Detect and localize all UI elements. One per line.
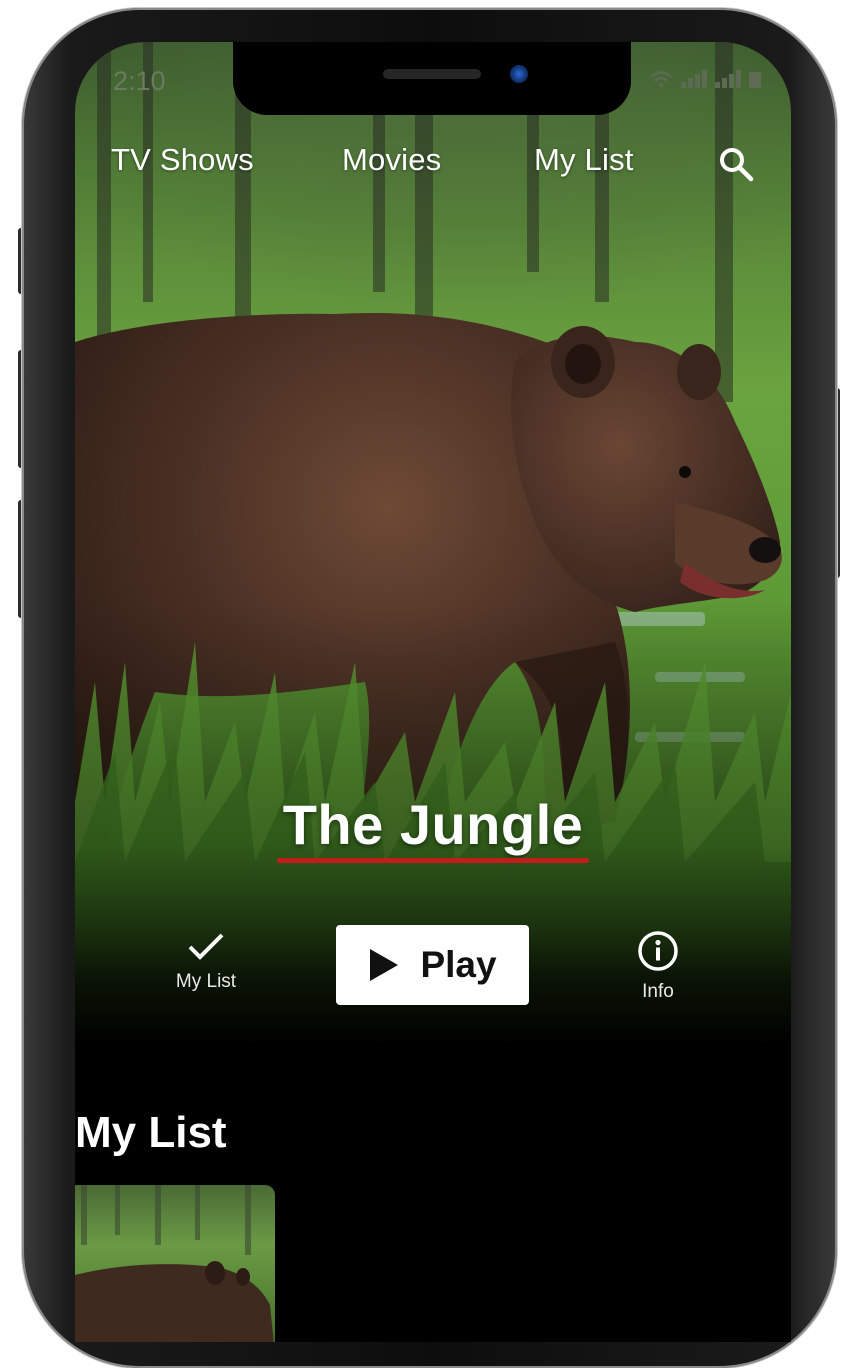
info-label: Info xyxy=(642,981,674,1002)
info-button[interactable]: Info xyxy=(598,930,718,1003)
signal-icon xyxy=(715,70,741,88)
play-label: Play xyxy=(420,944,497,985)
nav-movies[interactable]: Movies xyxy=(342,142,441,178)
notch xyxy=(233,42,631,115)
phone-screen: 2:10 TV Shows Movies My List The Jungle … xyxy=(75,42,791,1342)
check-icon xyxy=(188,933,224,960)
bear-thumbnail-image xyxy=(75,1185,274,1342)
top-nav: TV Shows Movies My List xyxy=(75,142,791,192)
title-underline xyxy=(277,858,589,863)
front-camera xyxy=(510,65,528,83)
nav-my-list[interactable]: My List xyxy=(534,142,634,178)
my-list-button[interactable]: My List xyxy=(146,930,266,993)
earpiece-speaker xyxy=(383,69,481,79)
search-icon[interactable] xyxy=(718,146,754,182)
wifi-icon xyxy=(650,71,672,88)
my-list-thumbnail[interactable] xyxy=(75,1185,275,1342)
battery-icon xyxy=(749,72,761,88)
info-icon xyxy=(638,931,678,971)
play-icon xyxy=(370,949,399,981)
play-button[interactable]: Play xyxy=(336,925,529,1005)
my-list-label: My List xyxy=(175,971,237,992)
section-title-my-list: My List xyxy=(75,1108,227,1157)
hero-title: The Jungle xyxy=(282,793,584,856)
nav-tv-shows[interactable]: TV Shows xyxy=(111,142,254,178)
signal-icon xyxy=(681,70,707,88)
hero-banner[interactable]: 2:10 TV Shows Movies My List The Jungle … xyxy=(75,42,791,1047)
status-time: 2:10 xyxy=(113,66,166,96)
status-icons xyxy=(649,70,761,88)
